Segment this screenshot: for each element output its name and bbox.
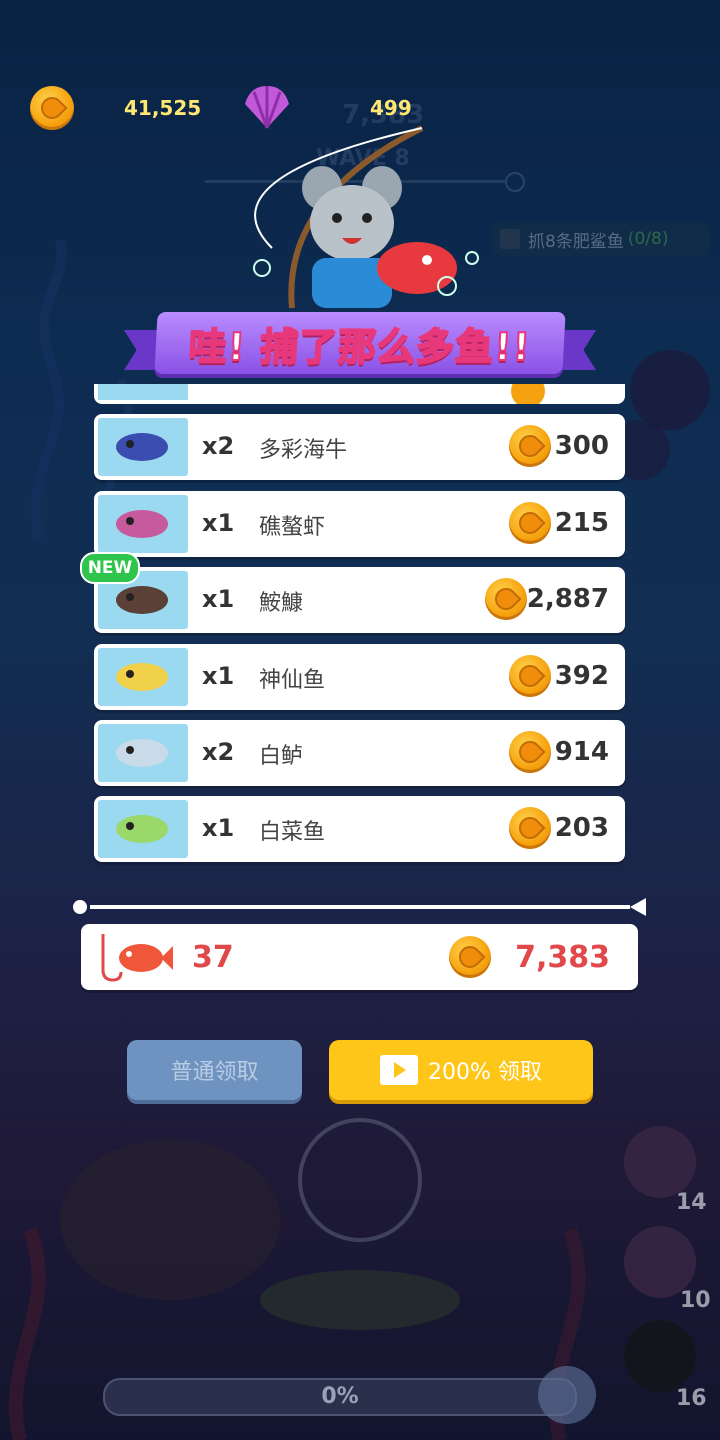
catch-coin-value: 203 [554,813,609,843]
catch-coin-value: 2,887 [526,584,609,614]
catch-fish-name: 礁螯虾 [259,515,326,540]
banner-title: 哇! 捕了那么多鱼!! [187,324,534,370]
catch-fish-name: 白鲈 [259,744,304,769]
catch-quantity: x2 [202,738,235,766]
catch-coin-value: 300 [554,431,609,461]
catch-row: x2 白鲈 914 [94,720,625,786]
coin-count: 41,525 [124,96,202,120]
coin-icon [30,86,74,130]
row-coin-icon [509,502,551,544]
total-fish-count: 37 [192,940,234,975]
catch-fish-name: 鮟鱇 [259,591,304,616]
bottle-icon[interactable] [538,1366,596,1424]
catch-row: x2 多彩海牛 300 [94,414,625,480]
total-row: 37 7,383 [81,924,638,990]
catch-quantity: x1 [202,585,235,613]
shell-count: 499 [370,96,412,120]
row-coin-icon [485,578,527,620]
whitefish-icon [98,724,188,782]
catch-fish-name: 多彩海牛 [259,438,348,463]
catch-row: x1 礁螯虾 215 [94,491,625,557]
catch-coin-value: 392 [554,661,609,691]
catch-row: x1 鮟鱇 2,887 [94,567,625,633]
bonus-claim-label: 200% 领取 [428,1060,542,1085]
result-banner: 哇! 捕了那么多鱼!! [154,312,566,374]
bomb-icon[interactable] [624,1320,696,1392]
fish-hook-icon [101,934,173,982]
catch-fish-name: 神仙鱼 [259,668,326,693]
fishbone-divider [73,898,646,916]
normal-claim-label: 普通领取 [170,1060,259,1085]
normal-claim-button[interactable]: 普通领取 [127,1040,302,1100]
catch-fish-name: 白菜鱼 [259,820,326,845]
net-count: 10 [680,1288,711,1313]
catch-coin-value: 215 [554,508,609,538]
bomb-count: 16 [676,1386,707,1411]
list-scroll-area[interactable] [94,384,625,404]
row-coin-icon [509,807,551,849]
row-coin-icon [509,425,551,467]
catch-quantity: x1 [202,509,235,537]
video-ad-icon [380,1055,419,1085]
level-progress-bar: 0% [103,1378,577,1416]
progress-label: 0% [321,1384,359,1409]
new-badge: NEW [80,552,140,584]
bonus-claim-button[interactable]: 200% 领取 [329,1040,593,1100]
nudibranch-icon [98,418,188,476]
lobster-icon [98,495,188,553]
catch-quantity: x1 [202,662,235,690]
catch-row: x1 神仙鱼 392 [94,644,625,710]
row-coin-icon [509,731,551,773]
total-coin-value: 7,383 [515,940,610,975]
bait-count: 14 [676,1190,707,1215]
angelfish-icon [98,648,188,706]
cabbage-fish-icon [98,800,188,858]
catch-coin-value: 914 [554,737,609,767]
catch-quantity: x2 [202,432,235,460]
total-coin-icon [449,936,491,978]
bait-bucket-icon[interactable] [624,1126,696,1198]
catch-quantity: x1 [202,814,235,842]
mouse-fisher-mascot [253,125,479,309]
catch-row: x1 白菜鱼 203 [94,796,625,862]
row-coin-icon [509,655,551,697]
